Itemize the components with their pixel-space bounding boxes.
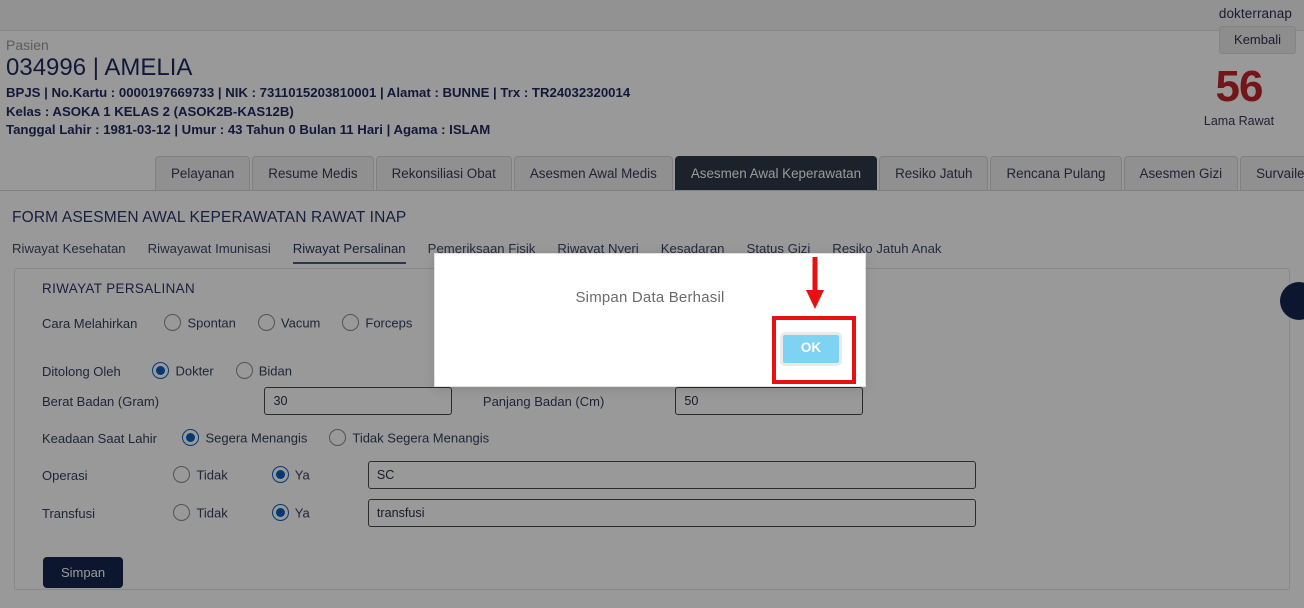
dialog-ok-button[interactable]: OK (780, 332, 842, 366)
success-dialog: Simpan Data Berhasil OK (434, 253, 866, 387)
dialog-message: Simpan Data Berhasil (435, 289, 865, 306)
